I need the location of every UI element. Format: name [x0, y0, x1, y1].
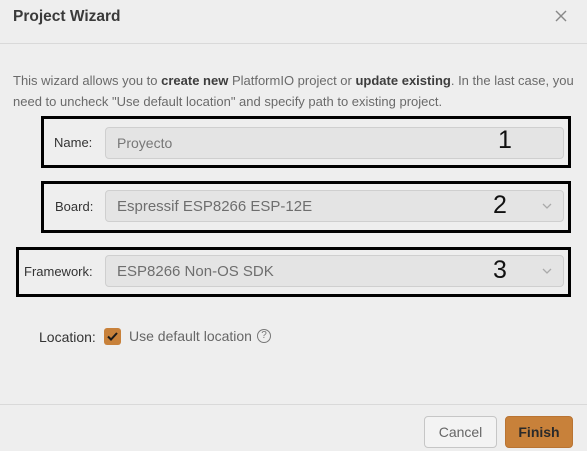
description-text: This wizard allows you to — [13, 73, 162, 88]
cancel-button[interactable]: Cancel — [424, 416, 497, 448]
use-default-location-label[interactable]: Use default location — [129, 328, 252, 344]
finish-button[interactable]: Finish — [505, 416, 573, 448]
framework-select-value: ESP8266 Non-OS SDK — [117, 262, 274, 280]
chevron-down-icon — [542, 203, 552, 209]
help-icon[interactable]: ? — [257, 329, 271, 343]
board-label: Board: — [55, 199, 94, 214]
name-label: Name: — [54, 135, 93, 150]
dialog-footer — [0, 404, 587, 451]
close-icon[interactable] — [552, 7, 570, 25]
description-bold-update: update existing — [355, 73, 451, 88]
dialog-header: Project Wizard — [0, 0, 587, 44]
board-select-value: Espressif ESP8266 ESP-12E — [117, 197, 313, 215]
chevron-down-icon — [542, 268, 552, 274]
name-input[interactable]: Proyecto — [105, 127, 564, 159]
dialog-title: Project Wizard — [13, 8, 121, 25]
checkmark-icon — [107, 332, 118, 341]
use-default-location-checkbox[interactable] — [104, 328, 121, 345]
annotation-number-1: 1 — [498, 126, 512, 154]
annotation-number-2: 2 — [493, 191, 507, 219]
wizard-description: This wizard allows you to create new Pla… — [13, 70, 578, 112]
description-bold-create: create new — [161, 73, 229, 88]
description-text: PlatformIO project or — [228, 73, 356, 88]
annotation-number-3: 3 — [493, 256, 507, 284]
framework-label: Framework: — [24, 264, 93, 279]
location-label: Location: — [39, 329, 96, 345]
